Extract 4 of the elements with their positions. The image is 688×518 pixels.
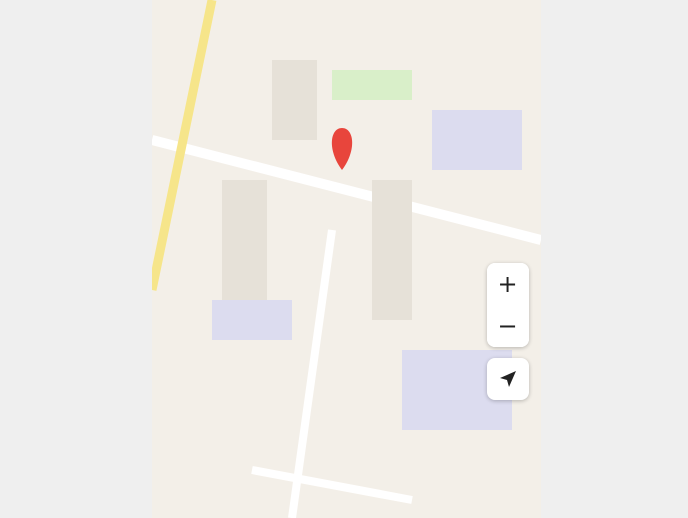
navigation-arrow-icon bbox=[498, 369, 518, 389]
locate-button[interactable] bbox=[486, 358, 528, 400]
zoom-in-button[interactable]: + bbox=[486, 263, 528, 305]
zoom-out-button[interactable]: − bbox=[486, 305, 528, 347]
